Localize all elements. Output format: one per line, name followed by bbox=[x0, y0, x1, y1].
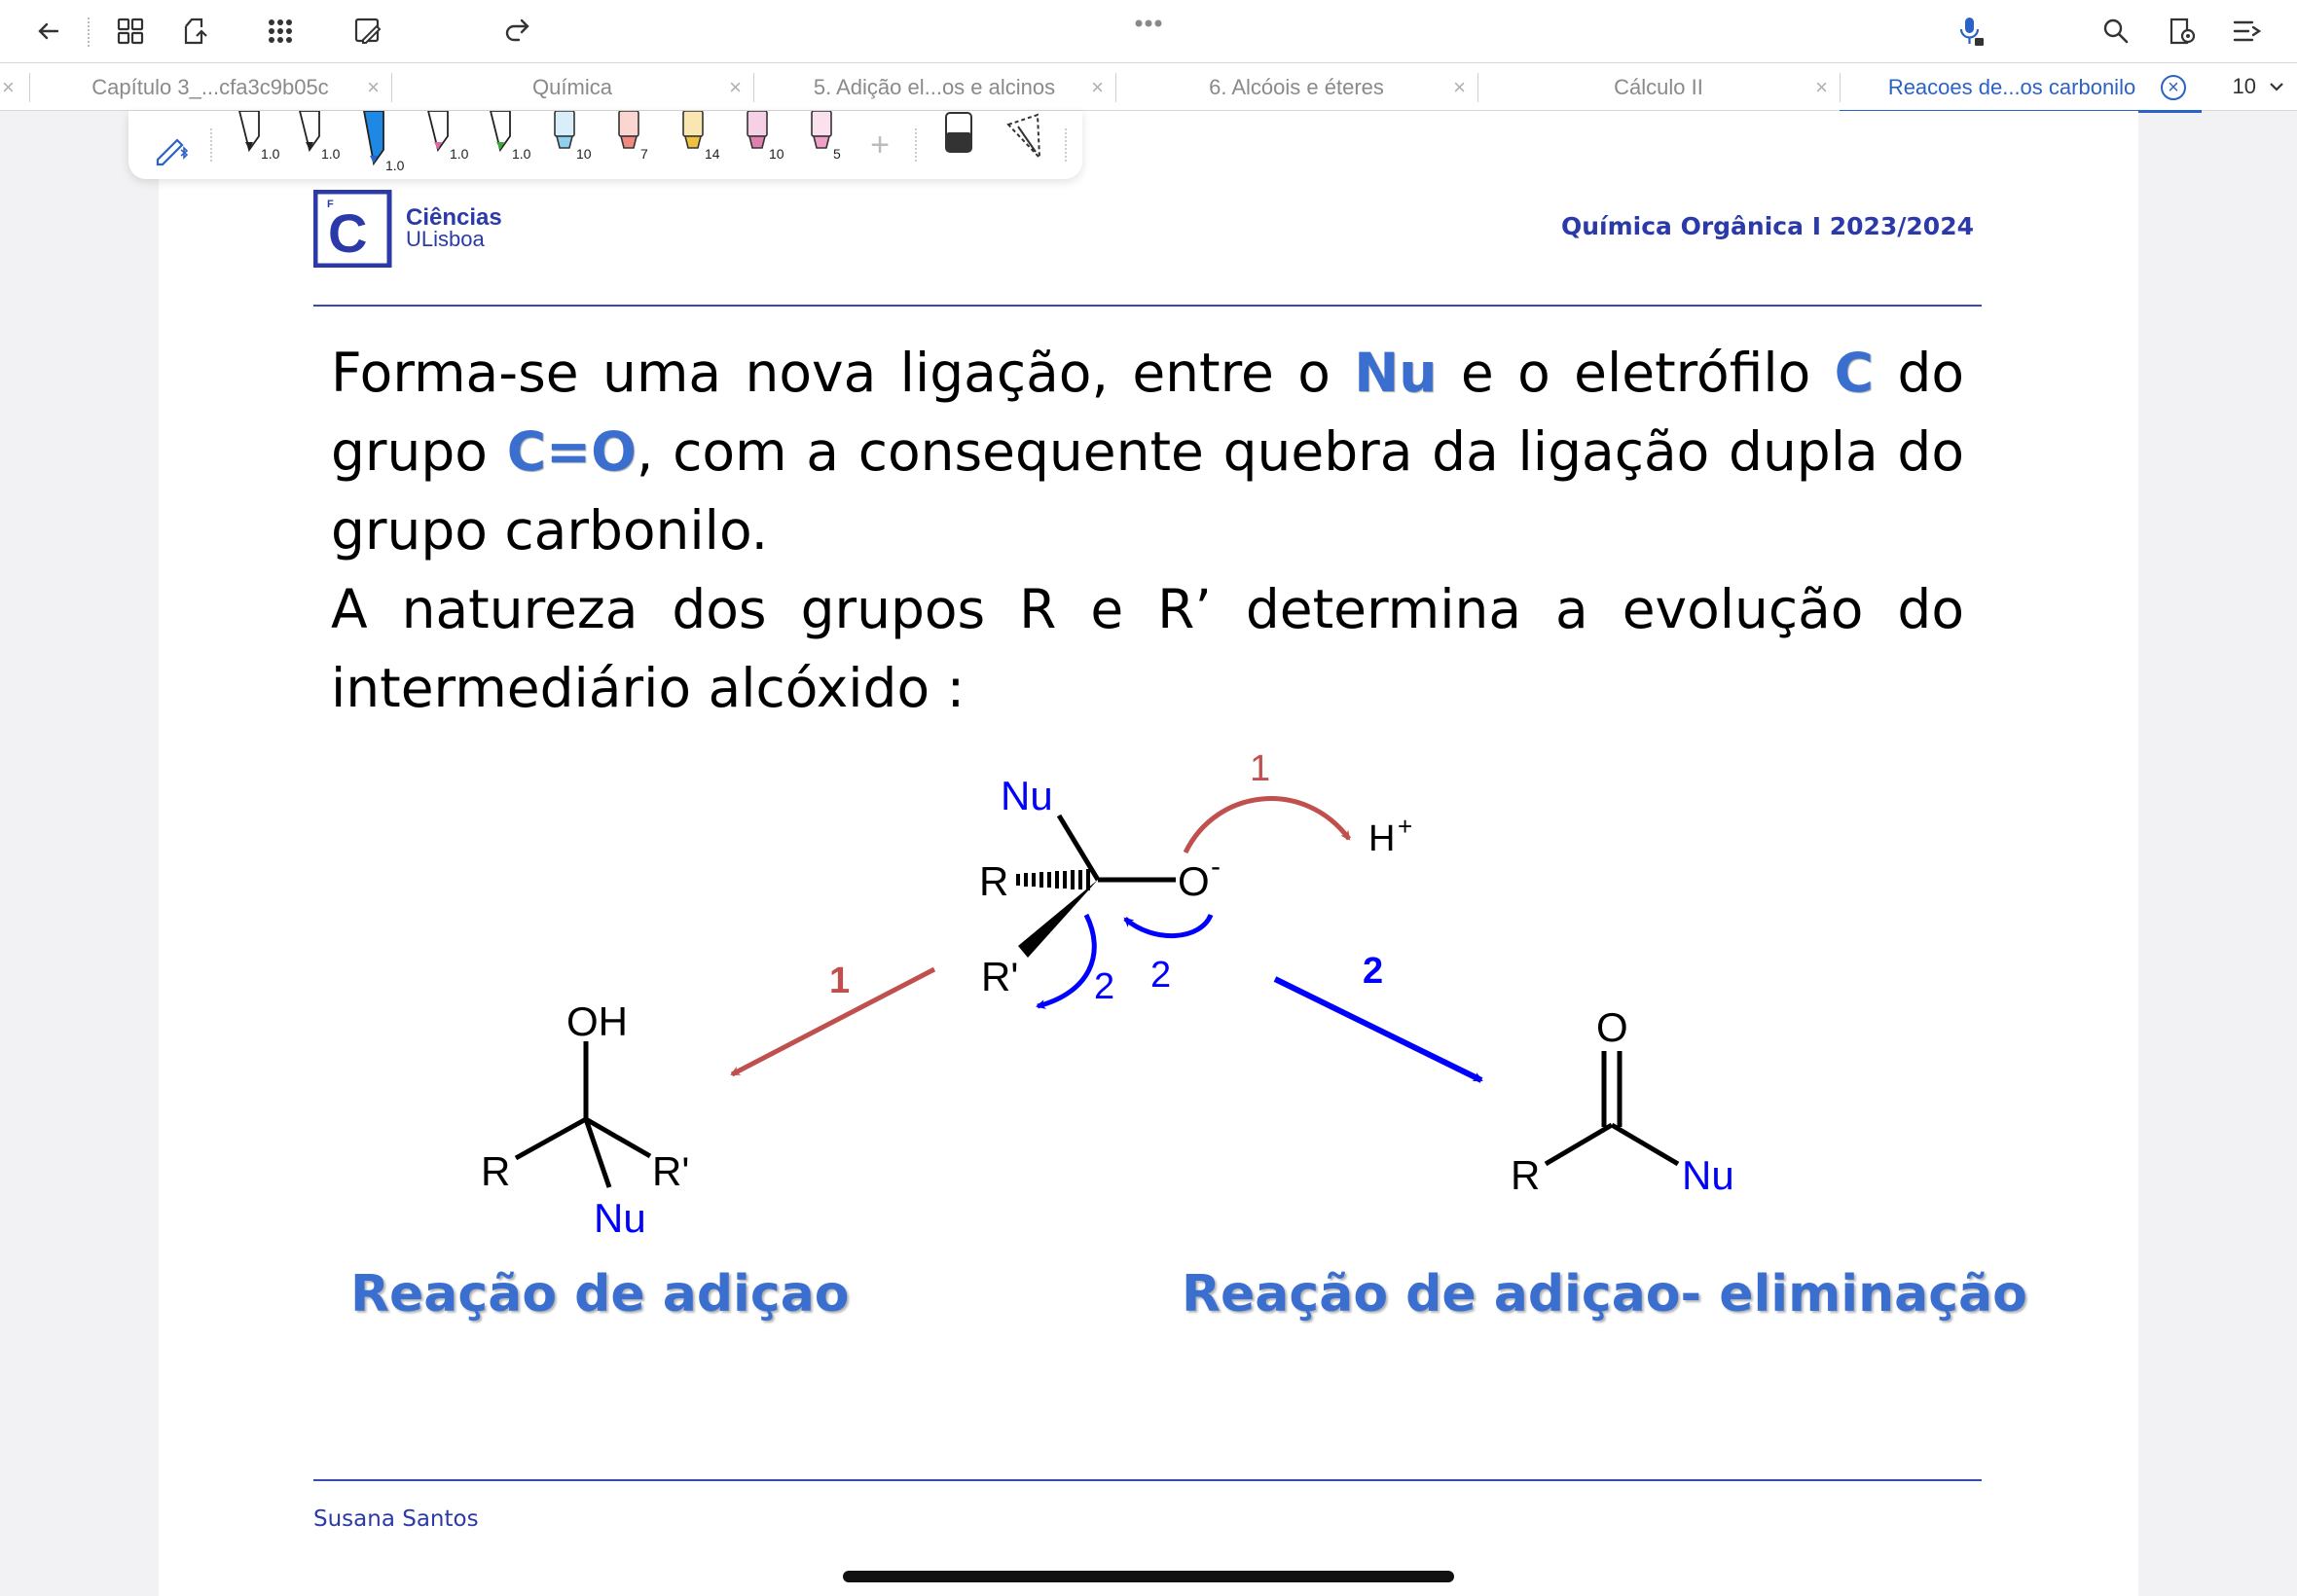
home-indicator[interactable] bbox=[843, 1571, 1454, 1582]
caption-addition-elimination: Reação de adiçao- eliminação bbox=[1182, 1265, 2027, 1324]
nu-label: Nu bbox=[1001, 773, 1053, 818]
carbonyl-product: O R Nu bbox=[1511, 1004, 1734, 1198]
r-prime-label: R' bbox=[981, 954, 1018, 999]
step-label: 1 bbox=[1250, 748, 1270, 789]
step-label: 1 bbox=[829, 961, 850, 1001]
step-label: 2 bbox=[1363, 951, 1383, 992]
h-label: H bbox=[1368, 818, 1395, 859]
alkoxide-intermediate: Nu R R' O - H + bbox=[979, 773, 1412, 999]
oh-label: OH bbox=[566, 998, 628, 1044]
path-2-arrow bbox=[1273, 976, 1483, 1083]
protonation-arrow bbox=[1183, 796, 1352, 854]
charge-label: + bbox=[1398, 812, 1412, 841]
bond bbox=[1610, 1122, 1680, 1167]
o-label: O bbox=[1178, 858, 1210, 904]
r-label: R bbox=[979, 858, 1008, 904]
reaction-scheme: Nu R R' O - H + 1 2 2 1 2 OH R R' Nu O R… bbox=[481, 748, 1734, 1241]
lone-pair-arrow bbox=[1123, 913, 1214, 939]
caption-addition: Reação de adiçao bbox=[350, 1265, 850, 1324]
step-label: 2 bbox=[1150, 955, 1171, 996]
r-label: R bbox=[481, 1148, 510, 1194]
step-label: 2 bbox=[1094, 966, 1114, 1007]
bond bbox=[514, 1116, 588, 1161]
footer-divider bbox=[313, 1479, 1982, 1481]
hashed-bond bbox=[1016, 869, 1090, 890]
charge-label: - bbox=[1211, 851, 1221, 883]
r-label: R bbox=[1511, 1152, 1540, 1198]
bond bbox=[1544, 1122, 1614, 1167]
r-prime-label: R' bbox=[652, 1148, 689, 1194]
nu-label: Nu bbox=[1682, 1152, 1734, 1198]
nu-label: Nu bbox=[594, 1195, 646, 1241]
alcohol-product: OH R R' Nu bbox=[481, 998, 689, 1241]
author-footer: Susana Santos bbox=[313, 1506, 479, 1532]
o-label: O bbox=[1596, 1004, 1628, 1050]
